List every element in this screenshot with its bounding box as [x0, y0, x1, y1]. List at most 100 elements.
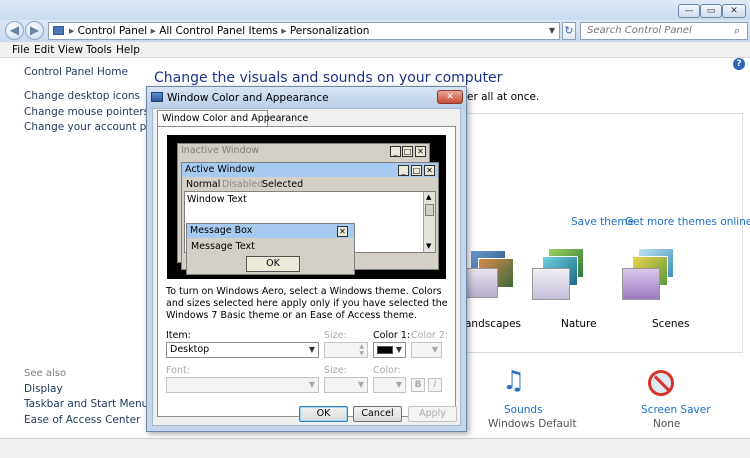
theme-name-nature: Nature: [561, 318, 597, 330]
chevron-down-icon: ▼: [395, 380, 402, 389]
menu-help[interactable]: Help: [116, 43, 140, 57]
breadcrumb-arrow-icon: ▸: [69, 25, 78, 37]
apply-button[interactable]: Apply: [408, 406, 457, 422]
bold-button[interactable]: B: [411, 378, 425, 392]
theme-name-landscapes: andscapes: [465, 318, 522, 330]
screen-saver-item[interactable]: [646, 368, 678, 400]
preview-menu-normal: Normal: [186, 179, 221, 190]
sounds-value: Windows Default: [488, 418, 577, 430]
maximize-button[interactable]: ▭: [700, 4, 722, 18]
chevron-down-icon: ▼: [308, 380, 315, 389]
breadcrumb: ▸ Control Panel ▸ All Control Panel Item…: [69, 25, 369, 37]
status-bar: [0, 438, 750, 458]
window-titlebar: — ▭ ✕: [0, 0, 750, 20]
address-bar[interactable]: ▸ Control Panel ▸ All Control Panel Item…: [48, 22, 560, 40]
ok-button[interactable]: OK: [299, 406, 348, 422]
theme-glass-icon: [464, 268, 498, 298]
close-window-button[interactable]: ✕: [722, 4, 746, 18]
size-label: Size:: [324, 330, 347, 341]
search-input[interactable]: Search Control Panel: [580, 22, 748, 40]
screen-saver-value: None: [653, 418, 681, 430]
theme-scenes[interactable]: [620, 244, 674, 300]
color2-picker[interactable]: ▼: [411, 342, 442, 358]
font-size-label: Size:: [324, 365, 347, 376]
sounds-item[interactable]: ♫: [500, 366, 536, 402]
tab-window-color[interactable]: Window Color and Appearance: [157, 110, 308, 127]
message-box-text: Message Text: [191, 241, 255, 252]
cancel-button[interactable]: Cancel: [353, 406, 402, 422]
page-title: Change the visuals and sounds on your co…: [154, 70, 503, 86]
theme-glass-icon: [532, 268, 570, 300]
scroll-down-icon: ▼: [426, 242, 432, 250]
breadcrumb-arrow-icon: ▸: [150, 25, 160, 37]
breadcrumb-all-items[interactable]: All Control Panel Items: [159, 25, 278, 37]
search-icon[interactable]: ⌕: [734, 24, 740, 38]
menu-edit[interactable]: Edit: [34, 43, 54, 57]
item-label: Item:: [166, 330, 191, 341]
font-color-picker[interactable]: ▼: [373, 377, 406, 393]
theme-name-scenes: Scenes: [652, 318, 690, 330]
close-icon: ✕: [424, 165, 435, 176]
theme-glass-icon: [622, 268, 660, 300]
change-mouse-pointers-link[interactable]: Change mouse pointers: [24, 106, 149, 118]
dialog-titlebar[interactable]: Window Color and Appearance ✕: [147, 87, 466, 109]
size-spinner[interactable]: ▲ ▼: [324, 342, 368, 358]
italic-button[interactable]: I: [428, 378, 442, 392]
theme-nature[interactable]: [530, 244, 584, 300]
font-select[interactable]: ▼: [166, 377, 319, 393]
font-color-label: Color:: [373, 365, 401, 376]
color1-swatch: [377, 346, 393, 354]
color2-label: Color 2:: [411, 330, 449, 341]
minimize-icon: _: [398, 165, 409, 176]
ease-of-access-link[interactable]: Ease of Access Center: [24, 414, 140, 426]
back-button[interactable]: ◀: [5, 21, 24, 40]
preview-window-text: Window Text: [187, 194, 247, 205]
help-icon[interactable]: ?: [733, 58, 745, 70]
forward-button[interactable]: ▶: [25, 21, 44, 40]
minimize-button[interactable]: —: [678, 4, 700, 18]
close-icon: ✕: [337, 226, 348, 237]
dialog-app-icon: [151, 92, 163, 102]
menu-tools[interactable]: Tools: [86, 43, 112, 57]
color1-picker[interactable]: ▼: [373, 342, 406, 358]
breadcrumb-control-panel[interactable]: Control Panel: [78, 25, 148, 37]
sounds-icon: ♫: [502, 366, 526, 396]
message-box-title: Message Box: [187, 224, 354, 238]
message-box-ok-button: OK: [246, 256, 300, 272]
taskbar-start-menu-link[interactable]: Taskbar and Start Menu: [24, 398, 148, 410]
get-more-themes-link[interactable]: Get more themes online: [625, 216, 750, 228]
preview-scrollbar: ▲ ▼: [423, 192, 435, 252]
menu-view[interactable]: View: [58, 43, 83, 57]
dialog-close-button[interactable]: ✕: [437, 90, 463, 104]
font-label: Font:: [166, 365, 190, 376]
font-size-select[interactable]: ▼: [324, 377, 368, 393]
address-dropdown-icon[interactable]: ▼: [549, 23, 555, 39]
item-select-value: Desktop: [170, 344, 210, 355]
change-desktop-icons-link[interactable]: Change desktop icons: [24, 90, 140, 102]
sounds-link[interactable]: Sounds: [504, 404, 543, 416]
chevron-down-icon: ▼: [308, 345, 315, 354]
control-panel-home-link[interactable]: Control Panel Home: [24, 66, 128, 78]
window-color-dialog: Window Color and Appearance ✕ Window Col…: [146, 86, 467, 432]
close-icon: ✕: [415, 146, 426, 157]
menu-file[interactable]: File: [12, 43, 30, 57]
display-link[interactable]: Display: [24, 383, 63, 395]
tab-panel: Inactive Window _ □ ✕ Active Window _ □ …: [157, 126, 456, 417]
menu-bar: File Edit View Tools Help: [0, 42, 750, 58]
maximize-icon: □: [402, 146, 413, 157]
appearance-preview: Inactive Window _ □ ✕ Active Window _ □ …: [167, 135, 446, 279]
scroll-up-icon: ▲: [426, 193, 432, 201]
breadcrumb-personalization[interactable]: Personalization: [290, 25, 370, 37]
color1-label: Color 1:: [373, 330, 411, 341]
address-row: ◀ ▶ ▸ Control Panel ▸ All Control Panel …: [0, 20, 750, 42]
item-select[interactable]: Desktop ▼: [166, 342, 319, 358]
refresh-button[interactable]: ↻: [562, 22, 576, 40]
theme-landscapes[interactable]: [464, 244, 518, 300]
chevron-down-icon: ▼: [395, 345, 402, 354]
screen-saver-link[interactable]: Screen Saver: [641, 404, 711, 416]
chevron-down-icon: ▼: [357, 380, 364, 389]
control-panel-icon: [53, 26, 64, 35]
maximize-icon: □: [411, 165, 422, 176]
preview-menu-selected: Selected: [262, 179, 304, 190]
chevron-down-icon: ▼: [431, 345, 438, 354]
